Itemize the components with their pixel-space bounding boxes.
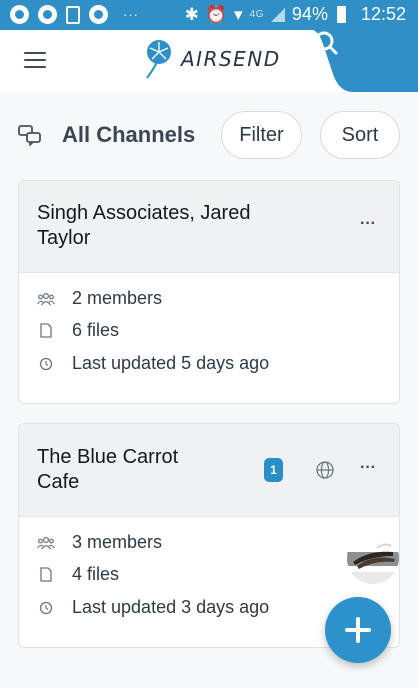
app-logo: AIRSEND [143,38,281,80]
channel-avatar-image [347,532,399,584]
dandelion-logo-icon [146,40,171,79]
filter-button[interactable]: Filter [221,111,302,159]
unread-badge: 1 [264,458,283,482]
channels-toolbar: All Channels Filter Sort [0,108,418,164]
alarm-icon: ⏰ [205,4,228,24]
members-count: 2 members [72,288,163,308]
updated-row: Last updated 5 days ago [37,353,269,374]
channel-title-line: Taylor [37,227,91,249]
channel-title: Singh Associates, Jared Taylor [37,201,250,251]
battery-icon [336,6,346,23]
file-icon [37,566,55,584]
channels-icon [18,125,41,146]
wifi-icon: ▾ [234,4,243,24]
channel-card-header: The Blue Carrot Cafe 1 ··· [19,424,399,517]
more-options-icon[interactable]: ··· [357,215,379,237]
page-title: All Channels [62,122,196,147]
chat-bubble-icon [89,5,108,24]
members-row: 2 members [37,288,162,309]
files-count: 4 files [72,564,120,584]
file-icon [37,322,55,340]
hamburger-icon[interactable] [24,52,48,70]
chat-bubble-icon [38,5,57,24]
channel-title-line: The Blue Carrot [37,446,179,468]
search-area [313,30,418,92]
clock-icon [37,355,55,373]
channel-title-line: Singh Associates, Jared [37,202,251,224]
files-row: 4 files [37,564,119,585]
battery-percent: 94% [291,4,328,24]
members-icon [37,290,55,308]
app-header: AIRSEND [0,30,418,92]
search-icon[interactable] [313,30,339,56]
more-options-icon[interactable]: ··· [357,459,379,481]
members-row: 3 members [37,532,162,553]
last-updated: Last updated 3 days ago [72,597,270,617]
last-updated: Last updated 5 days ago [72,353,270,373]
gallery-icon [66,5,80,24]
channel-title: The Blue Carrot Cafe [37,445,178,495]
updated-row: Last updated 3 days ago [37,597,269,618]
members-icon [37,534,55,552]
add-channel-button[interactable] [325,597,391,663]
bluetooth-icon: ✱ [184,4,199,24]
channel-card[interactable]: Singh Associates, Jared Taylor ··· 2 mem… [18,180,400,404]
app-name: AIRSEND [181,47,281,71]
status-bar: ··· ✱ ⏰ ▾ 4G 94% 12:52 [0,0,418,30]
clock: 12:52 [360,4,406,24]
system-icons: ✱ ⏰ ▾ 4G 94% 12:52 [185,4,406,25]
files-count: 6 files [72,320,120,340]
sort-button[interactable]: Sort [320,111,400,159]
network-type: 4G [249,9,264,20]
more-icon: ··· [123,7,139,22]
notification-icons: ··· [10,5,139,24]
clock-icon [37,599,55,617]
signal-icon [270,7,285,22]
globe-icon [316,461,334,479]
channel-card-header: Singh Associates, Jared Taylor ··· [19,181,399,273]
members-count: 3 members [72,532,163,552]
files-row: 6 files [37,320,119,341]
chat-bubble-icon [10,5,29,24]
channel-title-line: Cafe [37,471,80,493]
channel-avatar [347,532,399,584]
